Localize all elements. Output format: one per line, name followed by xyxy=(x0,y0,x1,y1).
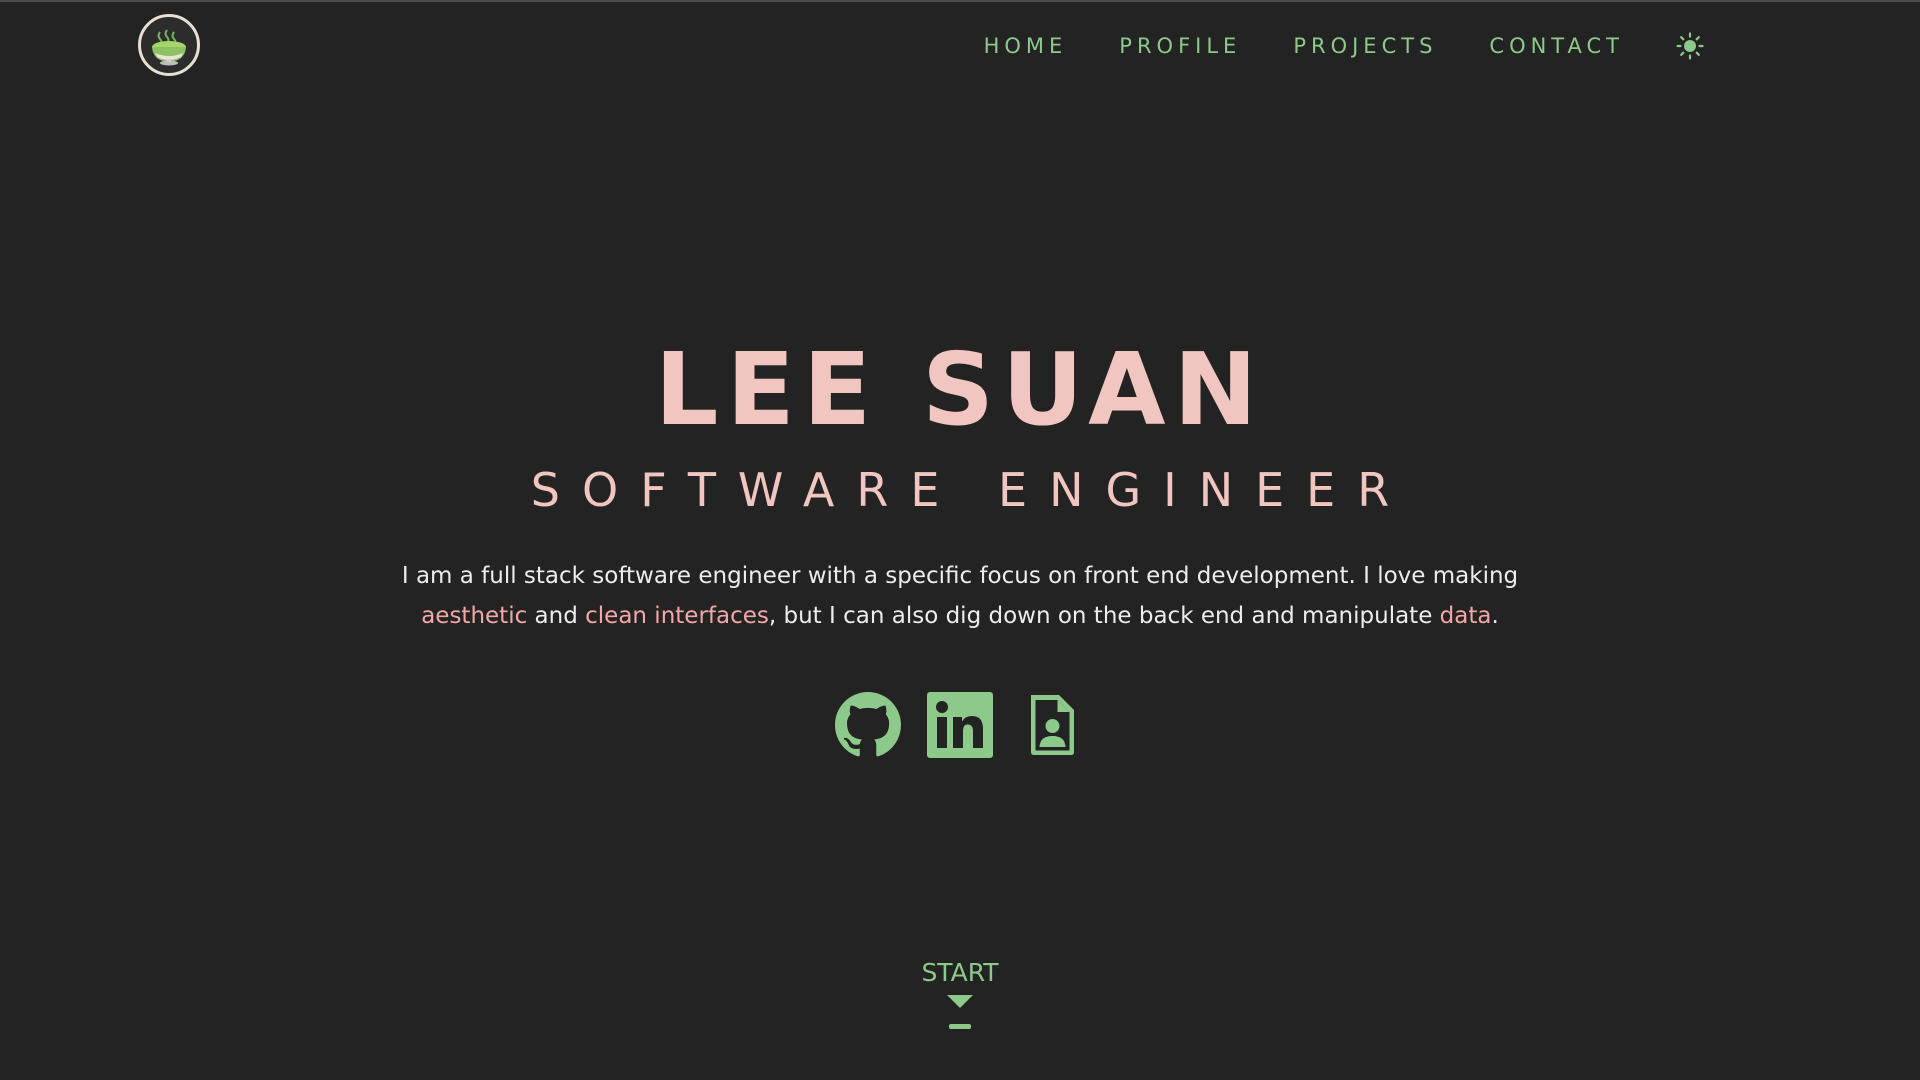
nav-link-contact[interactable]: CONTACT xyxy=(1489,30,1624,62)
linkedin-icon xyxy=(927,692,993,758)
desc-text: and xyxy=(527,603,586,629)
desc-text: I am a full stack software engineer with… xyxy=(401,563,1519,589)
main-nav: HOME PROFILE PROJECTS CONTACT xyxy=(932,30,1706,62)
github-icon xyxy=(835,692,901,757)
github-link[interactable] xyxy=(835,692,901,758)
resume-icon xyxy=(1031,695,1074,755)
resume-link[interactable] xyxy=(1019,692,1085,758)
theme-toggle-button[interactable] xyxy=(1674,30,1706,62)
highlight-clean-interfaces: clean interfaces xyxy=(585,603,769,629)
logo-button[interactable] xyxy=(138,14,200,76)
ramen-bowl-icon xyxy=(143,19,195,71)
nav-link-profile[interactable]: PROFILE xyxy=(1119,30,1241,62)
hero-title: SOFTWARE ENGINEER xyxy=(530,463,1412,517)
sun-icon xyxy=(1676,32,1704,60)
navbar: HOME PROFILE PROJECTS CONTACT xyxy=(0,2,1920,90)
start-button[interactable]: START xyxy=(0,956,1920,1034)
hero-description: I am a full stack software engineer with… xyxy=(380,556,1540,636)
hero-name: LEE SUAN xyxy=(654,331,1266,448)
desc-text: , but I can also dig down on the back en… xyxy=(768,603,1440,629)
desc-text: . xyxy=(1491,603,1499,629)
highlight-data: data xyxy=(1439,603,1492,629)
nav-link-projects[interactable]: PROJECTS xyxy=(1293,30,1437,62)
linkedin-link[interactable] xyxy=(927,692,993,758)
highlight-aesthetic: aesthetic xyxy=(421,603,528,629)
social-links xyxy=(0,692,1920,758)
start-label: START xyxy=(921,958,999,987)
page: HOME PROFILE PROJECTS CONTACT LEE SUAN S… xyxy=(0,0,1920,1080)
chevron-down-icon xyxy=(947,995,973,1029)
nav-link-home[interactable]: HOME xyxy=(984,30,1068,62)
